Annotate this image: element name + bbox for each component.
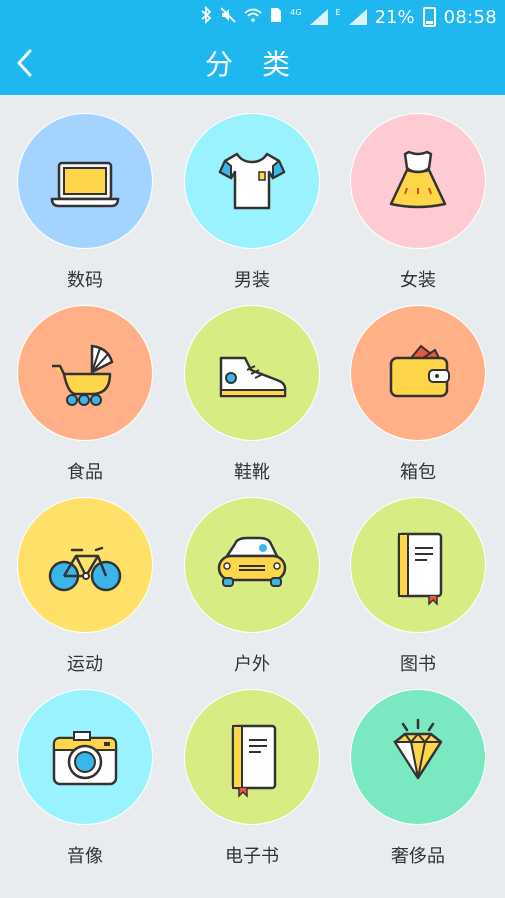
signal-strength-icon: [309, 9, 328, 25]
category-circle: [17, 113, 153, 249]
status-bar: 4G E 21% 08:58: [0, 0, 505, 34]
category-item-bags[interactable]: 箱包: [343, 305, 493, 495]
category-label: 电子书: [225, 846, 279, 867]
category-circle: [184, 689, 320, 825]
category-item-digital[interactable]: 数码: [10, 113, 160, 303]
category-label: 鞋靴: [234, 462, 270, 483]
battery-icon: [422, 7, 436, 27]
book-icon: [397, 532, 443, 606]
category-circle: [17, 689, 153, 825]
wifi-icon: [244, 7, 262, 28]
laptop-icon: [50, 161, 120, 208]
category-item-food[interactable]: 食品: [10, 305, 160, 495]
status-icons: 4G E 21% 08:58: [200, 5, 497, 29]
dress-icon: [389, 150, 447, 209]
category-item-womens[interactable]: 女装: [343, 113, 493, 303]
stroller-icon: [52, 344, 114, 406]
category-label: 食品: [67, 462, 103, 483]
category-label: 图书: [400, 654, 436, 675]
clock-time: 08:58: [443, 6, 497, 28]
category-circle: [350, 497, 486, 633]
battery-percent: 21%: [374, 6, 415, 28]
network-type-label-2: E: [335, 7, 341, 17]
network-type-label: 4G: [290, 7, 302, 17]
category-item-shoes[interactable]: 鞋靴: [177, 305, 327, 495]
bluetooth-icon: [200, 5, 212, 29]
category-item-sports[interactable]: 运动: [10, 497, 160, 687]
camera-icon: [52, 731, 118, 786]
signal-strength-icon-2: [348, 9, 367, 25]
category-item-ebooks[interactable]: 电子书: [177, 689, 327, 879]
diamond-icon: [393, 718, 443, 780]
category-circle: [350, 305, 486, 441]
category-circle: [350, 113, 486, 249]
sim-icon: [270, 7, 282, 28]
category-label: 箱包: [400, 462, 436, 483]
page-title: 分 类: [205, 48, 300, 81]
wallet-icon: [389, 344, 450, 398]
category-item-luxury[interactable]: 奢侈品: [343, 689, 493, 879]
category-item-books[interactable]: 图书: [343, 497, 493, 687]
tshirt-icon: [218, 152, 286, 210]
category-circle: [350, 689, 486, 825]
category-circle: [184, 305, 320, 441]
category-item-audio-video[interactable]: 音像: [10, 689, 160, 879]
category-circle: [17, 305, 153, 441]
category-item-mens[interactable]: 男装: [177, 113, 327, 303]
category-label: 男装: [234, 270, 270, 291]
category-item-outdoor[interactable]: 户外: [177, 497, 327, 687]
category-circle: [17, 497, 153, 633]
mute-icon: [220, 6, 236, 28]
category-label: 户外: [234, 654, 270, 675]
category-label: 运动: [67, 654, 103, 675]
category-circle: [184, 113, 320, 249]
category-label: 奢侈品: [391, 846, 445, 867]
category-label: 音像: [67, 846, 103, 867]
sneaker-icon: [219, 356, 287, 398]
ebook-icon: [231, 724, 277, 798]
category-circle: [184, 497, 320, 633]
category-label: 女装: [400, 270, 436, 291]
app-header: 分 类: [0, 34, 505, 95]
category-label: 数码: [67, 270, 103, 291]
car-icon: [217, 536, 287, 587]
bicycle-icon: [48, 546, 122, 592]
